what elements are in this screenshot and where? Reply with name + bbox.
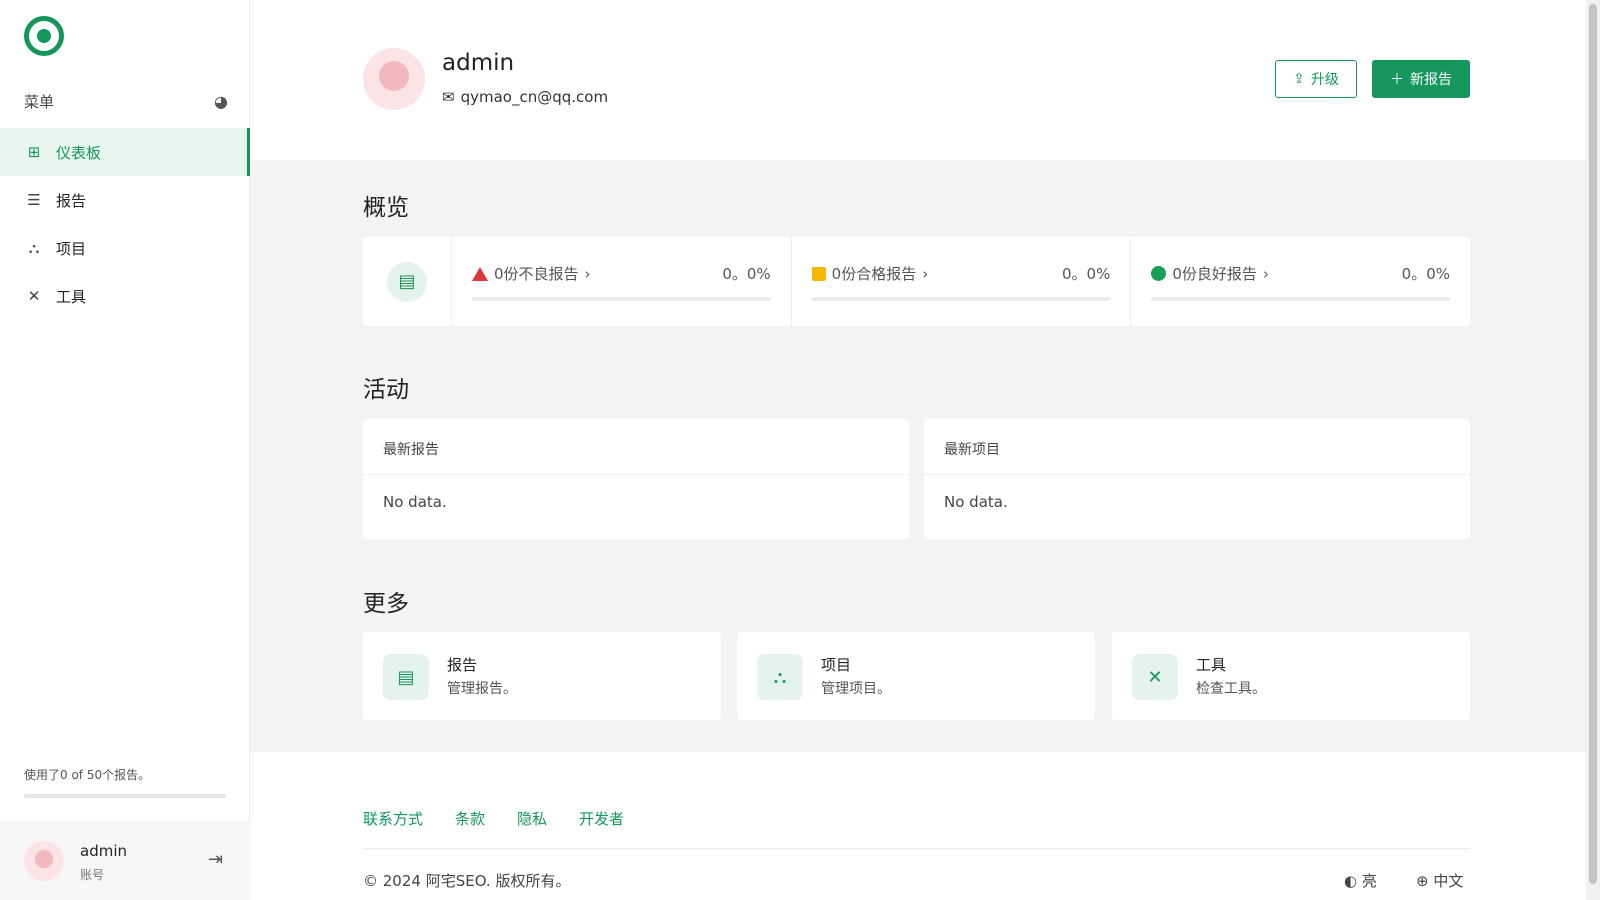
new-report-button[interactable]: ＋ 新报告: [1372, 60, 1470, 98]
more-card-desc: 管理项目。: [821, 681, 891, 697]
mail-icon: ✉: [442, 88, 455, 106]
sidebar-nav: ⊞ 仪表板 ☰ 报告 ⛬ 项目 ✕ 工具: [0, 128, 250, 320]
footer-link-developer[interactable]: 开发者: [579, 808, 624, 829]
overview-good-percent: 0。0%: [1401, 265, 1451, 283]
footer-divider: [363, 848, 1470, 849]
report-list-icon: ▤: [383, 654, 429, 700]
overview-pass-percent: 0。0%: [1062, 265, 1111, 283]
email-text: qymao_cn@qq.com: [460, 88, 609, 106]
footer-links: 联系方式 条款 隐私 开发者: [363, 808, 624, 829]
tools-icon: ✕: [27, 287, 41, 305]
overview-icon-cell: ▤: [363, 237, 452, 326]
profile-name: admin: [442, 50, 515, 76]
more-card-tools[interactable]: ✕ 工具 检查工具。: [1112, 632, 1470, 720]
sidebar-item-projects[interactable]: ⛬ 项目: [0, 224, 250, 272]
report-list-icon: ▤: [387, 261, 427, 302]
app-logo[interactable]: [24, 16, 64, 56]
user-role: 账号: [80, 868, 105, 882]
activity-title: 活动: [363, 377, 409, 403]
sidebar-item-label: 报告: [56, 191, 87, 210]
overview-bad-label-row: 0份不良报告 ›: [472, 263, 591, 284]
sidebar-item-tools[interactable]: ✕ 工具: [0, 272, 250, 320]
more-card-reports[interactable]: ▤ 报告 管理报告。: [363, 632, 721, 720]
overview-pass-reports[interactable]: 0份合格报告 › 0。0%: [792, 237, 1132, 326]
sidebar-item-reports[interactable]: ☰ 报告: [0, 176, 250, 224]
latest-projects-empty: No data.: [944, 493, 1008, 511]
menu-title: 菜单: [24, 92, 55, 111]
upgrade-icon: ⇪: [1293, 71, 1305, 87]
sidebar-item-label: 项目: [56, 239, 87, 258]
menu-header: 菜单 ◕: [24, 90, 228, 112]
overview-title: 概览: [363, 195, 409, 221]
more-title: 更多: [363, 591, 409, 617]
overview-good-reports[interactable]: 0份良好报告 › 0。0%: [1131, 237, 1470, 326]
language-select[interactable]: ⊕ 中文: [1416, 870, 1463, 891]
overview-pass-label: 0份合格报告: [831, 265, 917, 283]
yellow-square-icon: [811, 266, 826, 281]
latest-projects-card: 最新项目 No data.: [924, 419, 1470, 539]
more-card-projects[interactable]: ⛬ 项目 管理项目。: [737, 632, 1095, 720]
sidebar: 菜单 ◕ ⊞ 仪表板 ☰ 报告 ⛬ 项目 ✕ 工具 使用了0 of 50个报告。…: [0, 0, 250, 900]
chevron-right-icon: ›: [584, 264, 591, 283]
footer-link-contact[interactable]: 联系方式: [363, 808, 423, 829]
new-report-label: 新报告: [1410, 72, 1452, 88]
grid-icon: ⊞: [27, 143, 41, 161]
footer: 联系方式 条款 隐私 开发者 © 2024 阿宅SEO. 版权所有。 ◐ 亮 ⊕…: [250, 752, 1586, 900]
sidebar-item-label: 工具: [56, 287, 87, 306]
progress-bar: [472, 297, 771, 301]
latest-reports-title: 最新报告: [363, 419, 909, 475]
footer-link-terms[interactable]: 条款: [455, 808, 485, 829]
upgrade-button[interactable]: ⇪ 升级: [1275, 60, 1357, 98]
tools-icon: ✕: [1132, 654, 1178, 700]
profile-header: admin ✉ qymao_cn@qq.com ⇪ 升级 ＋ 新报告: [250, 0, 1586, 160]
globe-icon: ⊕: [1416, 872, 1429, 890]
list-icon: ☰: [27, 191, 41, 209]
more-card-title: 报告: [447, 656, 478, 674]
latest-reports-card: 最新报告 No data.: [363, 419, 909, 539]
warning-triangle-icon: [472, 266, 488, 281]
plus-icon: ＋: [1390, 72, 1404, 88]
palette-icon[interactable]: ◕: [214, 92, 228, 111]
latest-reports-empty: No data.: [383, 493, 447, 511]
logout-icon[interactable]: ⇥: [208, 849, 223, 870]
green-dot-icon: [1151, 266, 1167, 281]
overview-good-label-row: 0份良好报告 ›: [1151, 263, 1269, 284]
copyright: © 2024 阿宅SEO. 版权所有。: [363, 872, 571, 890]
more-card-desc: 检查工具。: [1196, 681, 1266, 697]
chevron-right-icon: ›: [1262, 264, 1269, 283]
overview-bad-label: 0份不良报告: [494, 265, 579, 283]
overview-bad-reports[interactable]: 0份不良报告 › 0。0%: [452, 237, 792, 326]
usage-text: 使用了0 of 50个报告。: [24, 768, 151, 782]
contrast-icon: ◐: [1344, 872, 1358, 890]
project-icon: ⛬: [28, 239, 40, 257]
chevron-right-icon: ›: [922, 264, 929, 283]
more-card-desc: 管理报告。: [447, 681, 517, 697]
footer-link-privacy[interactable]: 隐私: [517, 808, 547, 829]
user-box: admin 账号 ⇥: [0, 822, 250, 900]
scrollbar-thumb[interactable]: [1589, 4, 1597, 884]
upgrade-label: 升级: [1310, 72, 1339, 88]
progress-bar: [811, 297, 1111, 301]
language-label: 中文: [1433, 872, 1464, 890]
latest-projects-title: 最新项目: [924, 419, 1470, 475]
overview-card: ▤ 0份不良报告 › 0。0% 0份合格报告 › 0。0% 0份良好报告 › 0…: [363, 237, 1470, 326]
avatar[interactable]: [24, 841, 64, 881]
sidebar-item-dashboard[interactable]: ⊞ 仪表板: [0, 128, 250, 176]
theme-label: 亮: [1361, 872, 1377, 890]
profile-avatar: [363, 48, 425, 110]
more-card-title: 项目: [821, 656, 852, 674]
usage-progress-bar: [24, 794, 226, 798]
profile-email: ✉ qymao_cn@qq.com: [442, 88, 608, 106]
scrollbar[interactable]: [1586, 0, 1600, 900]
overview-pass-label-row: 0份合格报告 ›: [811, 263, 929, 284]
user-name: admin: [80, 842, 127, 860]
project-icon: ⛬: [757, 654, 803, 700]
sidebar-item-label: 仪表板: [56, 143, 102, 162]
overview-good-label: 0份良好报告: [1172, 265, 1257, 283]
progress-bar: [1151, 297, 1451, 301]
theme-toggle[interactable]: ◐ 亮: [1344, 870, 1377, 891]
overview-bad-percent: 0。0%: [722, 265, 771, 283]
more-card-title: 工具: [1196, 656, 1227, 674]
